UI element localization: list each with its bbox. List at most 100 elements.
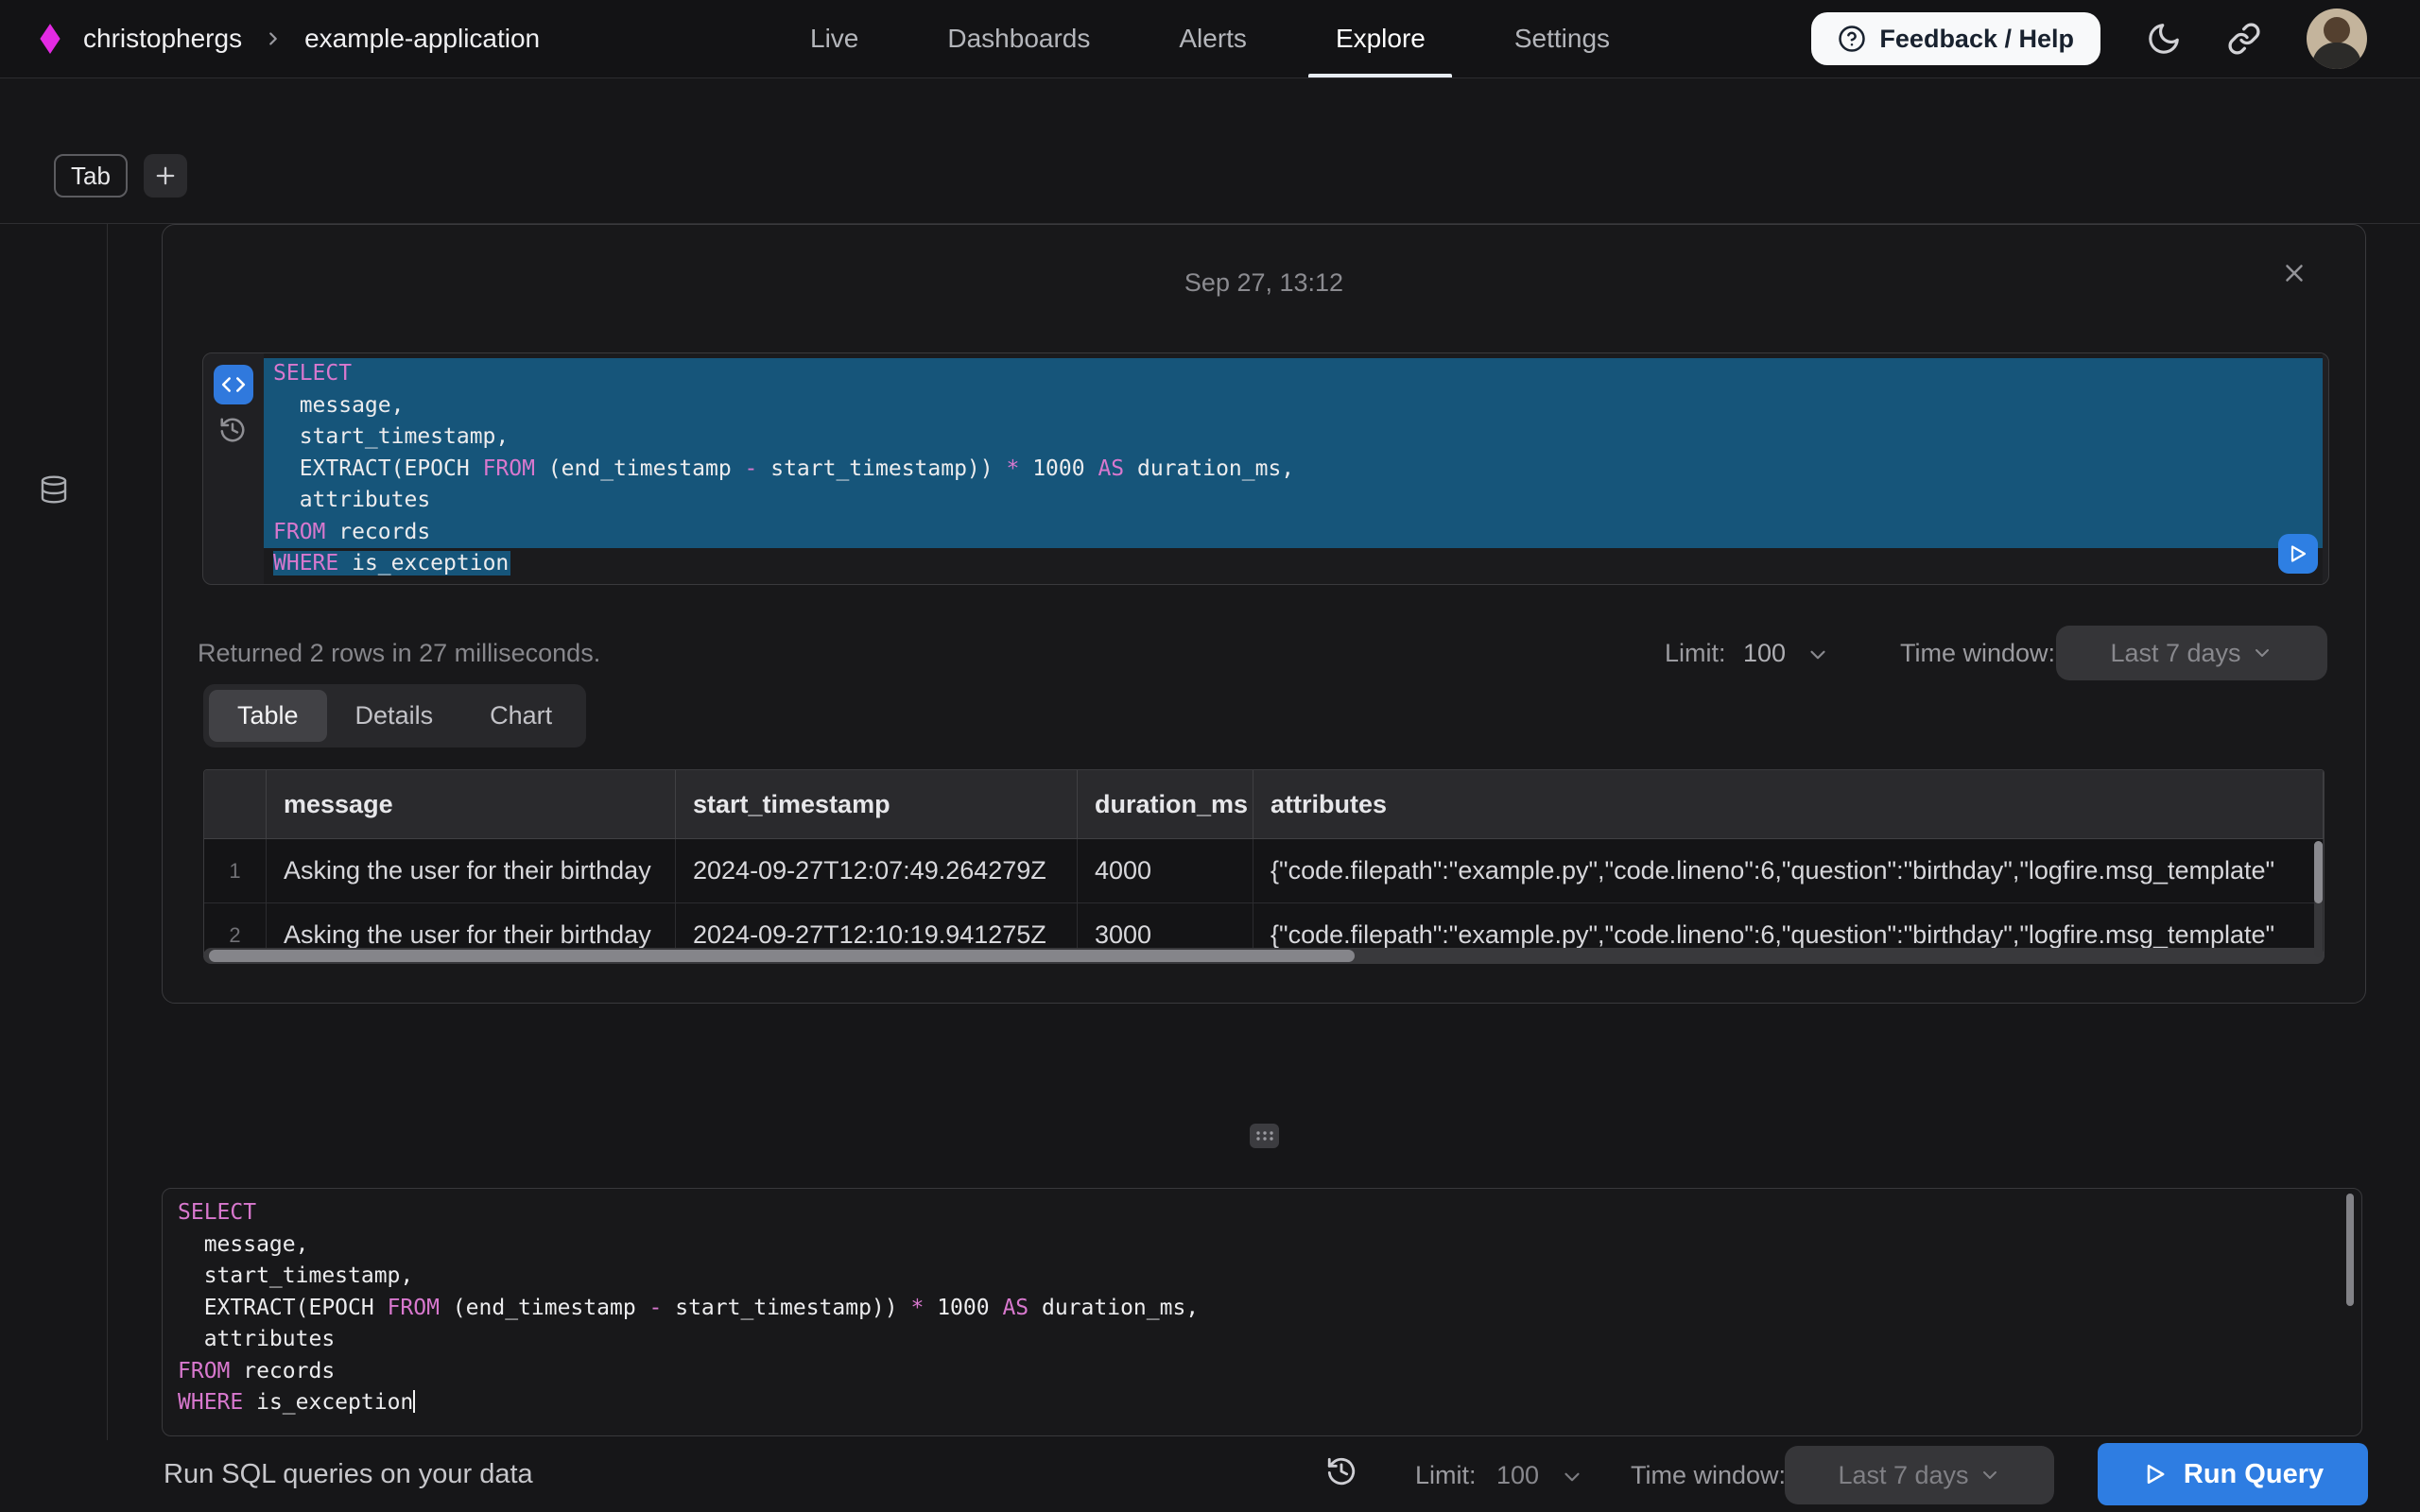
editor-vertical-scrollbar-thumb[interactable] [2346, 1194, 2354, 1306]
sql-text: records [325, 520, 430, 544]
nav-item-explore[interactable]: Explore [1291, 0, 1470, 77]
close-card-button[interactable] [2280, 259, 2308, 287]
sql-line[interactable]: message, [163, 1229, 2361, 1262]
nav-links: LiveDashboardsAlertsExploreSettings [766, 0, 1654, 77]
sql-line[interactable]: start_timestamp, [163, 1261, 2361, 1293]
sql-text: 1000 [1019, 456, 1098, 481]
query-history-button-bottom[interactable] [1325, 1455, 1357, 1487]
chevron-down-icon[interactable] [1560, 1465, 1584, 1489]
sql-block-gutter [203, 353, 264, 584]
theme-toggle-button[interactable] [2146, 21, 2182, 57]
executed-sql-block: SELECT message, start_timestamp, EXTRACT… [202, 352, 2329, 585]
sql-keyword: AS [1002, 1296, 1028, 1320]
column-header-num[interactable] [204, 770, 267, 839]
nav-item-dashboards[interactable]: Dashboards [903, 0, 1134, 77]
sql-editor[interactable]: SELECT message, start_timestamp, EXTRACT… [162, 1188, 2362, 1436]
view-tab-chart[interactable]: Chart [461, 690, 580, 742]
sql-keyword: FROM [273, 520, 325, 544]
feedback-help-label: Feedback / Help [1879, 25, 2074, 54]
limit-select-bottom[interactable]: 100 [1496, 1461, 1539, 1490]
query-history-button[interactable] [218, 416, 247, 444]
result-summary: Returned 2 rows in 27 milliseconds. [198, 639, 600, 668]
logfire-diamond-logo [38, 23, 62, 55]
sql-keyword: AS [1098, 456, 1124, 481]
table-horizontal-scrollbar[interactable] [203, 948, 2325, 964]
user-avatar[interactable] [2307, 9, 2367, 69]
sql-line[interactable]: WHERE is_exception [264, 548, 2323, 580]
sql-line[interactable]: WHERE is_exception [163, 1387, 2361, 1419]
feedback-help-button[interactable]: Feedback / Help [1811, 12, 2100, 65]
cell-message: Asking the user for their birthday [267, 839, 676, 903]
sql-line[interactable]: FROM records [163, 1356, 2361, 1388]
help-circle-icon [1838, 25, 1866, 53]
run-query-label: Run Query [2184, 1459, 2324, 1490]
limit-label: Limit: [1665, 639, 1726, 668]
breadcrumb-project[interactable]: example-application [304, 24, 540, 54]
sql-line[interactable]: start_timestamp, [264, 421, 2323, 454]
nav-item-settings[interactable]: Settings [1470, 0, 1654, 77]
history-icon [1325, 1455, 1357, 1487]
sql-line[interactable]: SELECT [264, 358, 2323, 390]
sql-text: EXTRACT(EPOCH [273, 456, 483, 481]
sql-line[interactable]: message, [264, 390, 2323, 422]
query-tab[interactable]: Tab [54, 154, 128, 198]
logfire-explore-page: christophergs example-application LiveDa… [0, 0, 2420, 1512]
sql-text: start_timestamp, [178, 1263, 413, 1288]
sql-text: EXTRACT(EPOCH [178, 1296, 388, 1320]
sql-line[interactable]: FROM records [264, 517, 2323, 549]
sql-keyword: FROM [388, 1296, 440, 1320]
sql-keyword: - [745, 456, 758, 481]
time-window-label-bottom: Time window: [1631, 1461, 1786, 1490]
breadcrumb-org[interactable]: christophergs [83, 24, 242, 54]
run-inline-button[interactable] [2278, 534, 2318, 574]
time-window-select-bottom[interactable]: Last 7 days [1785, 1446, 2054, 1504]
column-header-start_timestamp[interactable]: start_timestamp [676, 770, 1078, 839]
chevron-down-icon [2251, 642, 2273, 664]
nav-item-alerts[interactable]: Alerts [1134, 0, 1291, 77]
query-tab-bar: Tab [54, 154, 187, 198]
sql-line[interactable]: EXTRACT(EPOCH FROM (end_timestamp - star… [264, 454, 2323, 486]
sql-text: attributes [273, 488, 430, 512]
time-window-select[interactable]: Last 7 days [2056, 626, 2327, 680]
table-row[interactable]: 1Asking the user for their birthday2024-… [204, 839, 2324, 903]
sql-line[interactable]: attributes [163, 1324, 2361, 1356]
nav-item-live[interactable]: Live [766, 0, 903, 77]
table-header-row: messagestart_timestampduration_msattribu… [204, 770, 2324, 839]
sql-text: (end_timestamp [440, 1296, 649, 1320]
cell-num: 1 [204, 839, 267, 903]
sql-editor-text[interactable]: SELECT message, start_timestamp, EXTRACT… [163, 1197, 2361, 1419]
play-icon [2287, 542, 2309, 565]
sql-text: start_timestamp)) [757, 456, 1006, 481]
time-window-value: Last 7 days [2110, 639, 2240, 668]
cell-attributes: {"code.filepath":"example.py","code.line… [1253, 839, 2324, 903]
view-tab-table[interactable]: Table [209, 690, 327, 742]
plus-icon [152, 163, 179, 189]
sql-keyword: - [649, 1296, 663, 1320]
table-vertical-scrollbar[interactable] [2314, 841, 2323, 957]
add-tab-button[interactable] [144, 154, 187, 198]
column-header-attributes[interactable]: attributes [1253, 770, 2324, 839]
editor-hint: Run SQL queries on your data [164, 1459, 533, 1490]
column-header-duration_ms[interactable]: duration_ms [1078, 770, 1253, 839]
sql-text: message, [178, 1232, 308, 1257]
sql-keyword: FROM [483, 456, 535, 481]
schema-browser-button[interactable] [39, 473, 69, 506]
column-header-message[interactable]: message [267, 770, 676, 839]
sql-line[interactable]: SELECT [163, 1197, 2361, 1229]
share-link-button[interactable] [2227, 22, 2261, 56]
table-body: 1Asking the user for their birthday2024-… [204, 839, 2324, 957]
table-horizontal-scrollbar-thumb[interactable] [209, 950, 1355, 962]
split-resize-handle[interactable] [1250, 1124, 1279, 1148]
sql-line[interactable]: EXTRACT(EPOCH FROM (end_timestamp - star… [163, 1293, 2361, 1325]
run-query-button[interactable]: Run Query [2098, 1443, 2368, 1505]
play-icon [2142, 1461, 2169, 1487]
limit-select[interactable]: 100 [1743, 639, 1786, 668]
chevron-down-icon[interactable] [1806, 643, 1830, 667]
history-icon [218, 416, 247, 444]
sql-line[interactable]: attributes [264, 485, 2323, 517]
sql-text: 1000 [924, 1296, 1002, 1320]
sql-mode-button[interactable] [214, 365, 253, 404]
view-tab-details[interactable]: Details [327, 690, 462, 742]
table-vertical-scrollbar-thumb[interactable] [2314, 841, 2323, 903]
executed-sql-text[interactable]: SELECT message, start_timestamp, EXTRACT… [264, 353, 2323, 584]
